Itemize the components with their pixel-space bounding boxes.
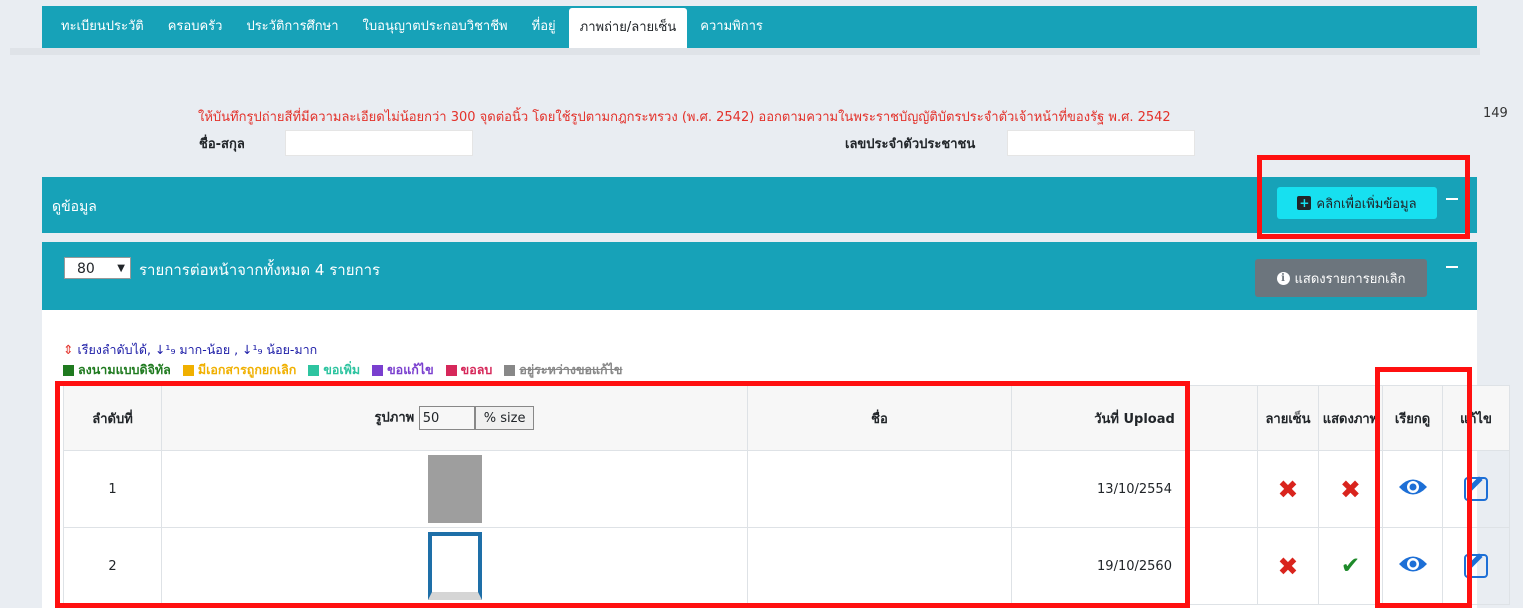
id-number-field bbox=[1007, 130, 1195, 156]
legend-swatch bbox=[308, 364, 320, 376]
tab-education[interactable]: ประวัติการศึกษา bbox=[235, 6, 349, 48]
id-number-label: เลขประจำตัวประชาชน bbox=[845, 137, 976, 152]
status-legend: ลงนามแบบดิจิทัล มีเอกสารถูกยกเลิก ขอเพิ่… bbox=[63, 360, 622, 380]
tab-license[interactable]: ใบอนุญาตประกอบวิชาชีพ bbox=[352, 6, 519, 48]
tab-shadow bbox=[10, 48, 1480, 55]
add-data-button[interactable]: + คลิกเพื่อเพิ่มข้อมูล bbox=[1277, 187, 1437, 219]
tab-address[interactable]: ที่อยู่ bbox=[521, 6, 567, 48]
page-number: 149 bbox=[1483, 106, 1508, 121]
row-name bbox=[747, 450, 1012, 528]
row-image bbox=[161, 527, 748, 605]
edit-icon[interactable] bbox=[1464, 554, 1488, 578]
tab-family[interactable]: ครอบครัว bbox=[157, 6, 234, 48]
row-edit bbox=[1442, 450, 1510, 528]
tab-profile[interactable]: ทะเบียนประวัติ bbox=[50, 6, 155, 48]
legend-digital-sign: ลงนามแบบดิจิทัล bbox=[63, 360, 171, 380]
col-order[interactable]: ลำดับที่ bbox=[63, 385, 162, 451]
legend-editing: อยู่ระหว่างขอแก้ไข bbox=[504, 360, 622, 380]
row-image bbox=[161, 450, 748, 528]
legend-request-delete: ขอลบ bbox=[445, 360, 493, 380]
legend-swatch bbox=[372, 364, 384, 376]
row-signature: ✖ bbox=[1257, 527, 1319, 605]
row-signature: ✖ bbox=[1257, 450, 1319, 528]
image-size-input[interactable]: 50 bbox=[418, 406, 475, 430]
chevron-down-icon: ▼ bbox=[117, 263, 125, 274]
col-image-label: รูปภาพ bbox=[374, 410, 415, 426]
sort-arrow-icon: ⇕ bbox=[63, 342, 74, 357]
show-cancelled-label: แสดงรายการยกเลิก bbox=[1294, 271, 1406, 287]
legend-request-add: ขอเพิ่ม bbox=[308, 360, 360, 380]
per-page-value: 80 bbox=[77, 261, 95, 277]
name-field bbox=[285, 130, 473, 156]
row-upload-date: 19/10/2560 bbox=[1011, 527, 1258, 605]
table-header-row: ลำดับที่ รูปภาพ 50% size ชื่อ วันที่ Upl… bbox=[63, 385, 1510, 451]
edit-icon[interactable] bbox=[1464, 477, 1488, 501]
info-circle-icon: i bbox=[1276, 271, 1290, 285]
col-name[interactable]: ชื่อ bbox=[747, 385, 1012, 451]
show-cancelled-button[interactable]: i แสดงรายการยกเลิก bbox=[1255, 259, 1427, 297]
check-icon: ✔ bbox=[1340, 552, 1361, 579]
row-view bbox=[1382, 527, 1443, 605]
name-label: ชื่อ-สกุล bbox=[199, 137, 245, 152]
view-panel-header: ดูข้อมูล bbox=[42, 177, 1477, 233]
legend-swatch bbox=[63, 364, 74, 376]
legend-swatch bbox=[504, 364, 516, 376]
tab-disability[interactable]: ความพิการ bbox=[689, 6, 774, 48]
photo-thumbnail[interactable] bbox=[427, 532, 482, 600]
legend-label: อยู่ระหว่างขอแก้ไข bbox=[519, 362, 623, 377]
collapse-icon[interactable] bbox=[1446, 198, 1458, 200]
cross-icon: ✖ bbox=[1277, 551, 1299, 581]
eye-icon[interactable] bbox=[1398, 553, 1428, 575]
view-panel-title: ดูข้อมูล bbox=[52, 199, 97, 215]
legend-label: ขอลบ bbox=[460, 362, 493, 377]
row-upload-date: 13/10/2554 bbox=[1011, 450, 1258, 528]
legend-swatch bbox=[445, 364, 457, 376]
row-edit bbox=[1442, 527, 1510, 605]
tab-bar: ทะเบียนประวัติ ครอบครัว ประวัติการศึกษา … bbox=[42, 6, 1477, 48]
row-view bbox=[1382, 450, 1443, 528]
sort-hint: ⇕ เรียงลำดับได้, ↓¹₉ มาก-น้อย , ↓¹₉ น้อย… bbox=[63, 340, 317, 360]
legend-label: มีเอกสารถูกยกเลิก bbox=[197, 362, 297, 377]
image-size-button[interactable]: % size bbox=[474, 406, 535, 430]
row-order: 2 bbox=[63, 527, 162, 605]
legend-label: ลงนามแบบดิจิทัล bbox=[78, 362, 171, 377]
cross-icon: ✖ bbox=[1277, 474, 1299, 504]
col-show-image: แสดงภาพ bbox=[1318, 385, 1383, 451]
collapse-icon[interactable] bbox=[1446, 266, 1458, 268]
photo-thumbnail[interactable] bbox=[427, 455, 482, 523]
legend-label: ขอเพิ่ม bbox=[323, 362, 361, 377]
table-row: 1 13/10/2554 ✖ ✖ bbox=[63, 450, 1510, 528]
plus-square-icon: + bbox=[1297, 196, 1312, 210]
col-image: รูปภาพ 50% size bbox=[161, 385, 748, 451]
col-upload-date[interactable]: วันที่ Upload bbox=[1011, 385, 1258, 451]
col-signature: ลายเซ็น bbox=[1257, 385, 1319, 451]
col-view: เรียกดู bbox=[1382, 385, 1443, 451]
row-order: 1 bbox=[63, 450, 162, 528]
row-show-image: ✖ bbox=[1318, 450, 1383, 528]
legend-request-edit: ขอแก้ไข bbox=[372, 360, 434, 380]
per-page-select[interactable]: 80 ▼ bbox=[64, 257, 131, 279]
add-data-label: คลิกเพื่อเพิ่มข้อมูล bbox=[1316, 196, 1417, 212]
row-name bbox=[747, 527, 1012, 605]
col-edit: แก้ไข bbox=[1442, 385, 1510, 451]
table-row: 2 19/10/2560 ✖ ✔ bbox=[63, 527, 1510, 605]
legend-label: ขอแก้ไข bbox=[387, 362, 434, 377]
cross-icon: ✖ bbox=[1340, 474, 1361, 504]
legend-swatch bbox=[182, 364, 194, 376]
row-show-image: ✔ bbox=[1318, 527, 1383, 605]
legend-cancelled-docs: มีเอกสารถูกยกเลิก bbox=[182, 360, 297, 380]
per-page-text: รายการต่อหน้าจากทั้งหมด 4 รายการ bbox=[139, 261, 381, 279]
eye-icon[interactable] bbox=[1398, 476, 1428, 498]
sort-hint-text: เรียงลำดับได้, ↓¹₉ มาก-น้อย , ↓¹₉ น้อย-ม… bbox=[73, 342, 318, 357]
photo-table: ลำดับที่ รูปภาพ 50% size ชื่อ วันที่ Upl… bbox=[63, 385, 1510, 605]
tab-photo-signature[interactable]: ภาพถ่าย/ลายเซ็น bbox=[568, 8, 688, 48]
photo-notice: ให้บันทึกรูปถ่ายสีที่มีความละเอียดไม่น้อ… bbox=[198, 110, 1171, 125]
